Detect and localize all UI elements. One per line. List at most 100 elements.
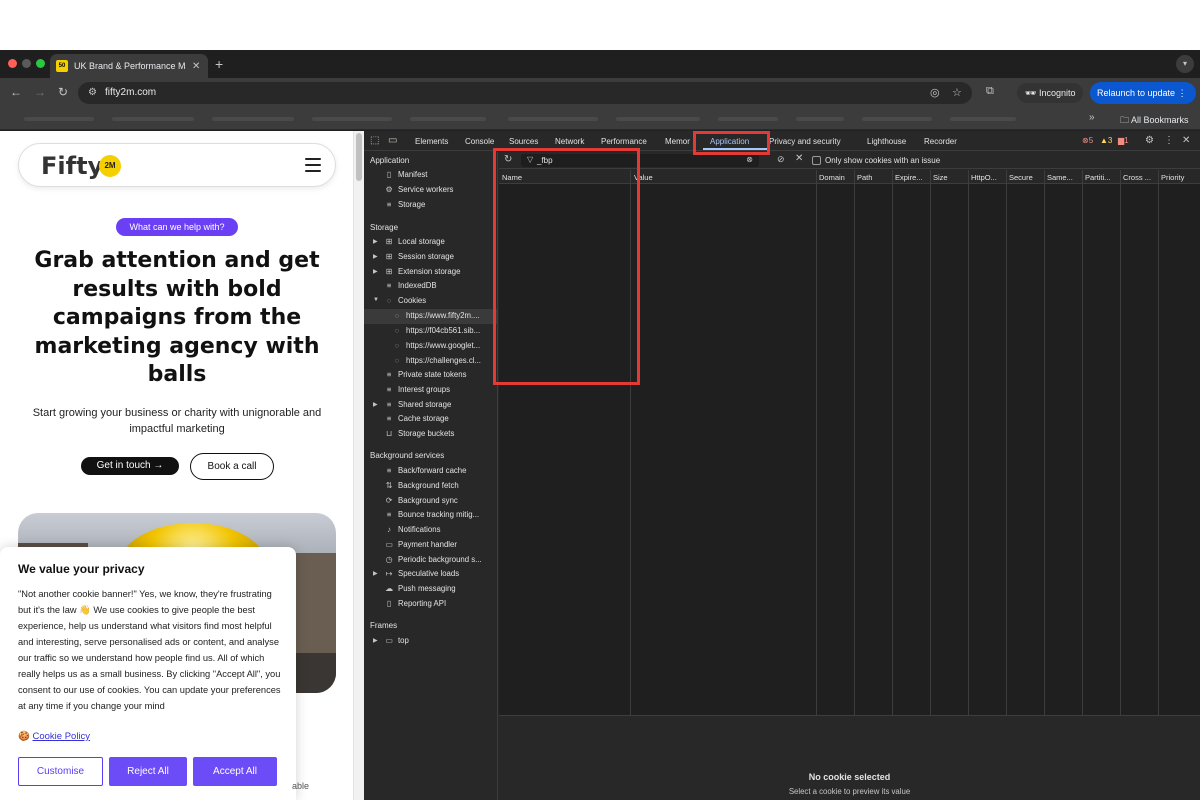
sidebar-item-cache-storage[interactable]: ≡ Cache storage: [384, 414, 449, 423]
bookmark-item[interactable]: [410, 117, 486, 121]
address-bar[interactable]: ⚙ fifty2m.com ◎ ☆: [78, 82, 972, 104]
cookie-origin-item[interactable]: ◌ https://f04cb561.sib...: [392, 326, 480, 335]
warning-count[interactable]: ▲3: [1100, 136, 1112, 145]
sidebar-item-storage-buckets[interactable]: ⊔ Storage buckets: [384, 429, 454, 438]
column-header-httponly[interactable]: HttpO...: [971, 173, 997, 182]
site-logo[interactable]: Fifty: [41, 152, 103, 180]
cookie-origin-item[interactable]: ◌ https://www.googlet...: [392, 341, 480, 350]
sidebar-item-service-workers[interactable]: ⚙ Service workers: [384, 185, 454, 194]
sidebar-item-session-storage[interactable]: ▶ ⊞ Session storage: [373, 252, 454, 261]
back-icon[interactable]: ←: [10, 85, 22, 99]
expand-arrow-icon[interactable]: ▶: [373, 401, 378, 408]
sidebar-item-storage[interactable]: ≡ Storage: [384, 200, 426, 209]
tab-sources[interactable]: Sources: [509, 137, 538, 146]
bookmark-star-icon[interactable]: ☆: [952, 86, 962, 99]
bookmark-item[interactable]: [212, 117, 294, 121]
get-in-touch-button[interactable]: Get in touch →: [81, 457, 179, 475]
reject-all-button[interactable]: Reject All: [109, 757, 187, 786]
tab-search-icon[interactable]: ▾: [1176, 55, 1194, 73]
all-bookmarks-button[interactable]: 🗀 All Bookmarks: [1120, 113, 1189, 129]
cookie-origin-item[interactable]: ◌ https://challenges.cl...: [392, 356, 481, 365]
bookmark-item[interactable]: [112, 117, 194, 121]
customise-button[interactable]: Customise: [18, 757, 103, 786]
clear-all-cookies-icon[interactable]: ⊘: [777, 154, 785, 165]
delete-selected-icon[interactable]: ✕: [795, 153, 803, 164]
cookie-origin-item[interactable]: ◌ https://www.fifty2m....: [392, 311, 480, 320]
settings-gear-icon[interactable]: ⚙: [1145, 135, 1154, 146]
book-a-call-button[interactable]: Book a call: [190, 453, 274, 480]
new-tab-icon[interactable]: +: [215, 56, 223, 72]
sidebar-item-shared-storage[interactable]: ▶ ≡ Shared storage: [373, 400, 451, 409]
sidebar-item-bounce-tracking[interactable]: ≡ Bounce tracking mitig...: [384, 510, 479, 519]
issue-count[interactable]: ▆1: [1118, 136, 1129, 145]
browser-tab[interactable]: 50 UK Brand & Performance Mar ✕: [50, 54, 208, 78]
page-scrollbar[interactable]: [353, 131, 364, 800]
tracking-eye-icon[interactable]: ◎: [930, 86, 940, 99]
hamburger-menu-icon[interactable]: [305, 158, 321, 172]
tab-elements[interactable]: Elements: [415, 137, 448, 146]
site-info-icon[interactable]: ⚙: [88, 87, 97, 98]
sidebar-item-extension-storage[interactable]: ▶ ⊞ Extension storage: [373, 267, 460, 276]
device-toolbar-icon[interactable]: ▭: [388, 135, 397, 146]
expand-arrow-icon[interactable]: ▶: [373, 268, 378, 275]
sidebar-item-payment-handler[interactable]: ▭ Payment handler: [384, 540, 457, 549]
tab-network[interactable]: Network: [555, 137, 584, 146]
collapse-arrow-icon[interactable]: ▼: [373, 297, 379, 303]
sidebar-item-bfcache[interactable]: ≡ Back/forward cache: [384, 466, 467, 475]
column-header-size[interactable]: Size: [933, 173, 948, 182]
tab-memory[interactable]: Memor: [665, 137, 690, 146]
tab-privacy-security[interactable]: Privacy and security: [769, 137, 841, 146]
tab-console[interactable]: Console: [465, 137, 494, 146]
clear-filter-icon[interactable]: ⊗: [746, 155, 753, 164]
bookmark-item[interactable]: [862, 117, 932, 121]
sidebar-item-push-messaging[interactable]: ☁ Push messaging: [384, 584, 456, 593]
forward-icon[interactable]: →: [34, 85, 46, 99]
tab-recorder[interactable]: Recorder: [924, 137, 957, 146]
column-header-cross-site[interactable]: Cross ...: [1123, 173, 1151, 182]
bookmark-item[interactable]: [616, 117, 700, 121]
sidebar-item-background-fetch[interactable]: ⇅ Background fetch: [384, 481, 459, 490]
bookmark-item[interactable]: [312, 117, 392, 121]
sidebar-item-frame-top[interactable]: ▶ ▭ top: [373, 636, 409, 645]
close-window-button[interactable]: [8, 59, 17, 68]
devtools-menu-icon[interactable]: ⋮: [1164, 135, 1174, 146]
bookmark-item[interactable]: [24, 117, 94, 121]
column-header-expires[interactable]: Expire...: [895, 173, 923, 182]
bookmark-item[interactable]: [796, 117, 844, 121]
bookmark-item[interactable]: [950, 117, 1016, 121]
column-header-partition[interactable]: Partiti...: [1085, 173, 1110, 182]
scrollbar-thumb[interactable]: [356, 133, 362, 181]
column-header-secure[interactable]: Secure: [1009, 173, 1033, 182]
close-tab-icon[interactable]: ✕: [192, 61, 200, 72]
sidebar-item-private-state-tokens[interactable]: ≡ Private state tokens: [384, 370, 467, 379]
only-issues-checkbox[interactable]: [812, 156, 821, 165]
expand-arrow-icon[interactable]: ▶: [373, 253, 378, 260]
sidebar-item-indexeddb[interactable]: ≡ IndexedDB: [384, 281, 437, 290]
cookie-policy-link[interactable]: Cookie Policy: [32, 731, 90, 742]
extensions-icon[interactable]: ⧉: [986, 85, 994, 98]
column-header-path[interactable]: Path: [857, 173, 872, 182]
close-devtools-icon[interactable]: ✕: [1182, 135, 1190, 146]
sidebar-item-local-storage[interactable]: ▶ ⊞ Local storage: [373, 237, 445, 246]
error-count[interactable]: ⊗5: [1082, 136, 1093, 145]
bookmark-item[interactable]: [718, 117, 778, 121]
sidebar-item-speculative-loads[interactable]: ▶ ↦ Speculative loads: [373, 569, 459, 578]
sidebar-item-manifest[interactable]: ▯ Manifest: [384, 170, 428, 179]
sidebar-item-reporting-api[interactable]: ▯ Reporting API: [384, 599, 446, 608]
sidebar-item-background-sync[interactable]: ⟳ Background sync: [384, 496, 458, 505]
tab-performance[interactable]: Performance: [601, 137, 647, 146]
column-header-priority[interactable]: Priority: [1161, 173, 1184, 182]
expand-arrow-icon[interactable]: ▶: [373, 238, 378, 245]
minimize-window-button[interactable]: [22, 59, 31, 68]
incognito-indicator[interactable]: 🕶 Incognito: [1017, 83, 1084, 103]
sidebar-item-notifications[interactable]: ♪ Notifications: [384, 525, 440, 534]
accept-all-button[interactable]: Accept All: [193, 757, 277, 786]
tab-lighthouse[interactable]: Lighthouse: [867, 137, 906, 146]
sidebar-item-periodic-sync[interactable]: ◷ Periodic background s...: [384, 555, 482, 564]
reload-icon[interactable]: ↻: [58, 85, 68, 99]
inspect-element-icon[interactable]: ⬚: [370, 135, 379, 146]
bookmark-item[interactable]: [508, 117, 598, 121]
expand-arrow-icon[interactable]: ▶: [373, 637, 378, 644]
more-bookmarks-icon[interactable]: »: [1089, 112, 1095, 123]
column-header-samesite[interactable]: Same...: [1047, 173, 1073, 182]
